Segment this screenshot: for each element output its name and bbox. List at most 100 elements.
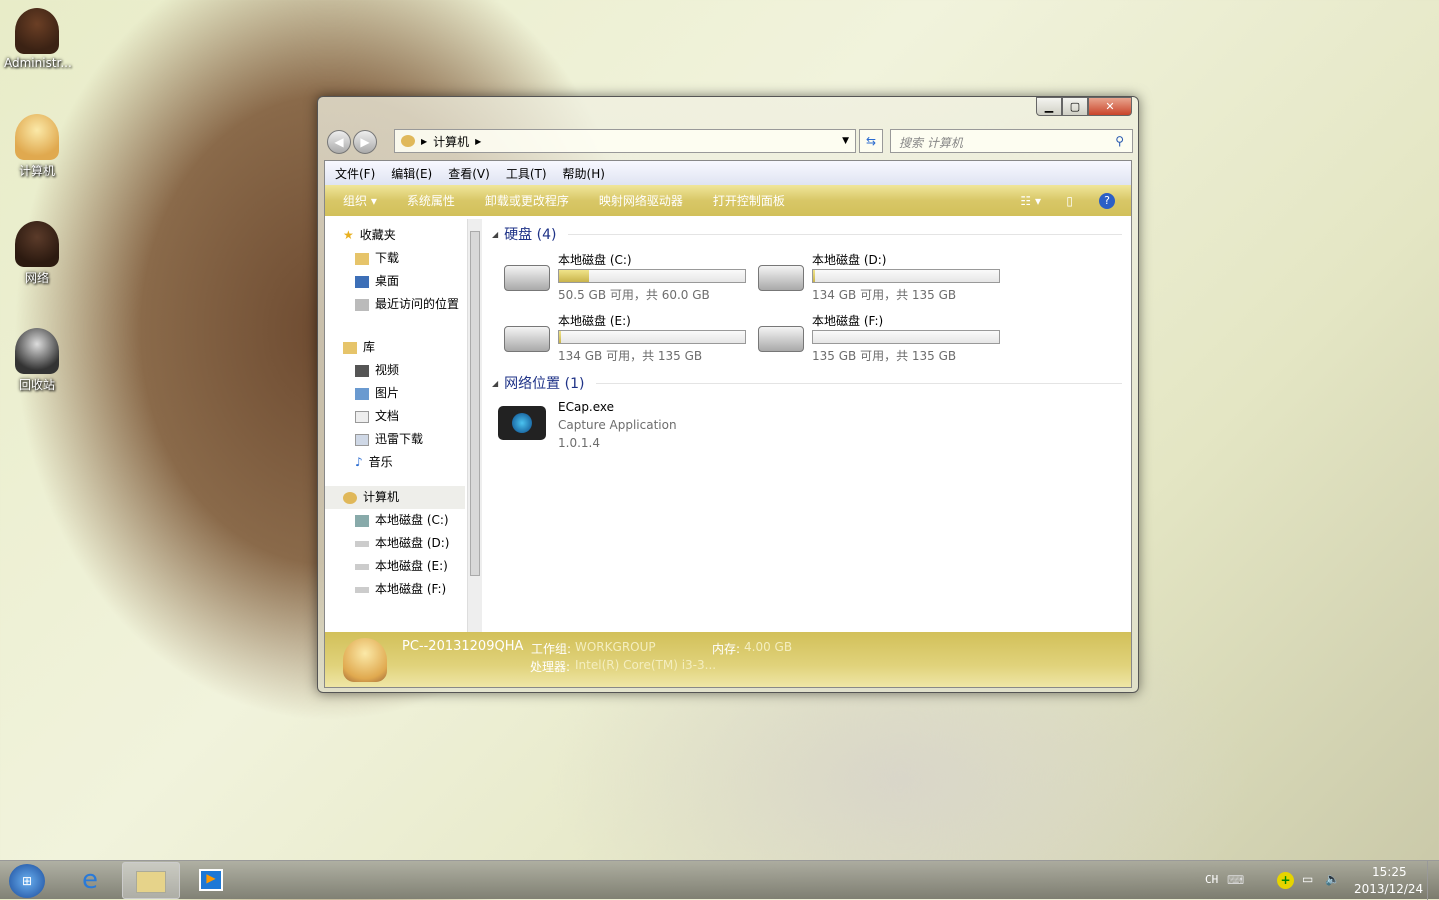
- desktop-icon-computer[interactable]: 计算机: [4, 114, 70, 179]
- security-icon[interactable]: +: [1277, 872, 1294, 889]
- video-icon: [355, 364, 369, 377]
- nav-libraries[interactable]: 库: [325, 336, 482, 359]
- taskbar-explorer-button[interactable]: [122, 862, 180, 899]
- nav-computer[interactable]: 计算机: [325, 486, 465, 509]
- group-network-locations[interactable]: ◢ 网络位置 (1): [492, 373, 1122, 393]
- map-network-drive-button[interactable]: 映射网络驱动器: [599, 192, 683, 209]
- pictures-icon: [355, 387, 369, 400]
- clock-time[interactable]: 15:25: [1372, 865, 1407, 879]
- address-bar[interactable]: ▶ 计算机 ▶ ▼: [394, 129, 856, 153]
- scrollbar-thumb[interactable]: [470, 231, 480, 576]
- refresh-button[interactable]: ⇆: [859, 129, 883, 153]
- star-icon: ★: [343, 228, 354, 242]
- navigation-pane: ★ 收藏夹 下载 桌面 最近访问的位置 库 视频 图片 文档 迅雷下载 ♪ 音乐 计…: [325, 216, 482, 634]
- uninstall-program-button[interactable]: 卸载或更改程序: [485, 192, 569, 209]
- drive-icon: [355, 540, 369, 547]
- nav-item-thunder-downloads[interactable]: 迅雷下载: [325, 428, 482, 451]
- volume-icon[interactable]: 🔈: [1325, 872, 1340, 886]
- start-button[interactable]: ⊞: [9, 864, 45, 898]
- search-input[interactable]: 搜索 计算机 ⚲: [890, 129, 1133, 153]
- maximize-button[interactable]: ▢: [1062, 97, 1088, 116]
- menu-file[interactable]: 文件(F): [335, 165, 375, 182]
- drive-icon: [758, 265, 804, 291]
- drive-d[interactable]: 本地磁盘 (D:) 134 GB 可用，共 135 GB: [752, 251, 1002, 307]
- network-item-ecap[interactable]: ECap.exe Capture Application 1.0.1.4: [498, 400, 748, 456]
- address-dropdown-icon[interactable]: ▼: [842, 136, 849, 146]
- drive-usage-bar: [812, 269, 1000, 283]
- menu-tools[interactable]: 工具(T): [506, 165, 547, 182]
- network-icon[interactable]: ▭: [1302, 872, 1313, 886]
- nav-item-desktop[interactable]: 桌面: [325, 270, 482, 293]
- breadcrumb-arrow-icon: ▶: [475, 136, 482, 146]
- search-icon: ⚲: [1115, 134, 1124, 148]
- menu-view[interactable]: 查看(V): [448, 165, 490, 182]
- view-options-icon[interactable]: ☷ ▾: [1020, 194, 1041, 208]
- drive-icon: [355, 563, 369, 570]
- drive-f[interactable]: 本地磁盘 (F:) 135 GB 可用，共 135 GB: [752, 312, 1002, 368]
- taskbar: ⊞ e ▶ CH ⌨ + ▭ 🔈 15:25 2013/12/24: [0, 860, 1439, 900]
- computer-icon: [343, 491, 357, 504]
- recycle-bin-icon: [15, 328, 59, 374]
- drive-c[interactable]: 本地磁盘 (C:) 50.5 GB 可用，共 60.0 GB: [498, 251, 748, 307]
- nav-drive-f[interactable]: 本地磁盘 (F:): [325, 578, 482, 601]
- internet-explorer-icon[interactable]: e: [74, 865, 106, 895]
- menu-help[interactable]: 帮助(H): [563, 165, 605, 182]
- camera-icon: [498, 406, 546, 440]
- cupcake-icon: [15, 8, 59, 54]
- system-properties-button[interactable]: 系统属性: [407, 192, 455, 209]
- explorer-window: ▁ ▢ ✕ ◀ ▶ ▶ 计算机 ▶ ▼ ⇆ 搜索 计算机 ⚲ 文件(F) 编辑(E…: [317, 96, 1139, 693]
- cupcake-icon: [15, 221, 59, 267]
- clock-date[interactable]: 2013/12/24: [1354, 882, 1423, 896]
- menu-bar: 文件(F) 编辑(E) 查看(V) 工具(T) 帮助(H): [325, 161, 1131, 185]
- desktop-icon: [355, 275, 369, 288]
- nav-drive-e[interactable]: 本地磁盘 (E:): [325, 555, 482, 578]
- menu-edit[interactable]: 编辑(E): [391, 165, 432, 182]
- caption-buttons: ▁ ▢ ✕: [1036, 97, 1132, 116]
- content-pane: ◢ 硬盘 (4) 本地磁盘 (C:) 50.5 GB 可用，共 60.0 GB 本地…: [490, 216, 1131, 634]
- back-button[interactable]: ◀: [327, 130, 351, 154]
- nav-item-documents[interactable]: 文档: [325, 405, 482, 428]
- nav-drive-c[interactable]: 本地磁盘 (C:): [325, 509, 482, 532]
- preview-pane-icon[interactable]: ▯: [1066, 194, 1073, 208]
- nav-item-pictures[interactable]: 图片: [325, 382, 482, 405]
- drive-icon: [504, 326, 550, 352]
- group-hard-disks[interactable]: ◢ 硬盘 (4): [492, 224, 1122, 244]
- drive-usage-bar: [558, 330, 746, 344]
- forward-button[interactable]: ▶: [353, 130, 377, 154]
- desktop-icon-recycle-bin[interactable]: 回收站: [4, 328, 70, 393]
- drive-icon: [758, 326, 804, 352]
- folder-icon: [355, 252, 369, 265]
- computer-icon: [401, 135, 415, 147]
- drive-usage-bar: [558, 269, 746, 283]
- drive-usage-bar: [812, 330, 1000, 344]
- minimize-button[interactable]: ▁: [1036, 97, 1062, 116]
- nav-item-recent[interactable]: 最近访问的位置: [325, 293, 482, 316]
- show-desktop-button[interactable]: [1427, 861, 1439, 900]
- folder-icon: [355, 433, 369, 446]
- breadcrumb-computer[interactable]: 计算机: [433, 133, 469, 150]
- organize-button[interactable]: 组织 ▾: [343, 192, 377, 209]
- details-pane: PC--20131209QHA 工作组: WORKGROUP 内存: 4.00 …: [325, 632, 1131, 687]
- help-icon[interactable]: ?: [1099, 192, 1115, 209]
- recent-places-icon: [355, 298, 369, 311]
- nav-scrollbar[interactable]: [467, 219, 482, 633]
- drive-e[interactable]: 本地磁盘 (E:) 134 GB 可用，共 135 GB: [498, 312, 748, 368]
- language-indicator[interactable]: CH: [1205, 873, 1218, 886]
- nav-item-videos[interactable]: 视频: [325, 359, 482, 382]
- desktop-icon-network[interactable]: 网络: [4, 221, 70, 286]
- media-player-icon[interactable]: ▶: [199, 869, 223, 891]
- folder-icon: [136, 871, 166, 893]
- desktop-icon-administrator[interactable]: Administr...: [4, 8, 72, 70]
- music-icon: ♪: [355, 455, 363, 469]
- command-bar: 组织 ▾ 系统属性 卸载或更改程序 映射网络驱动器 打开控制面板 ☷ ▾ ▯ ?: [325, 185, 1131, 216]
- open-control-panel-button[interactable]: 打开控制面板: [713, 192, 785, 209]
- document-icon: [355, 410, 369, 423]
- nav-item-music[interactable]: ♪ 音乐: [325, 451, 482, 474]
- nav-item-downloads[interactable]: 下载: [325, 247, 482, 270]
- close-button[interactable]: ✕: [1088, 97, 1132, 116]
- cupcake-icon: [15, 114, 59, 160]
- nav-drive-d[interactable]: 本地磁盘 (D:): [325, 532, 482, 555]
- breadcrumb-arrow-icon: ▶: [421, 136, 428, 146]
- keyboard-icon[interactable]: ⌨: [1227, 873, 1244, 887]
- nav-favorites[interactable]: ★ 收藏夹: [325, 224, 482, 247]
